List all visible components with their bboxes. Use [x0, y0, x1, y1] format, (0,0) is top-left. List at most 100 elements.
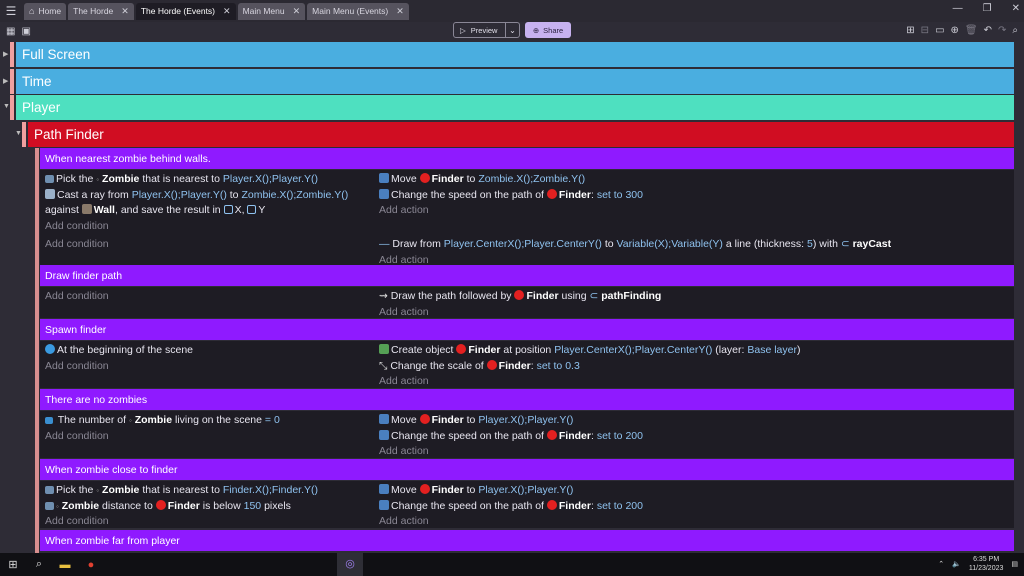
preview-button[interactable]: ▷ Preview — [454, 23, 506, 37]
condition-object-count[interactable]: The number of ◦ Zombie living on the sce… — [45, 413, 371, 429]
minimize-icon[interactable]: — — [953, 3, 963, 14]
finder-icon — [546, 188, 557, 199]
condition-pick-nearest[interactable]: Pick the ◦ Zombie that is nearest to Fin… — [45, 483, 371, 499]
collapse-arrow-icon[interactable]: ▼ — [3, 103, 10, 110]
event-comment[interactable]: When nearest zombie behind walls. — [40, 148, 1014, 169]
action-move[interactable]: Move Finder to Player.X();Player.Y() — [379, 413, 1012, 429]
volume-icon[interactable]: 🔈 — [952, 560, 961, 568]
objects-panel-icon[interactable]: ▦ — [6, 26, 15, 37]
globe-icon: ⊕ — [532, 25, 540, 35]
preview-button-group: ▷ Preview ⌄ — [453, 22, 520, 38]
preview-dropdown-icon[interactable]: ⌄ — [506, 26, 519, 35]
action-draw-line[interactable]: — Draw from Player.CenterX();Player.Cent… — [379, 237, 1012, 253]
clock[interactable]: 6:35 PM 11/23/2023 — [969, 555, 1004, 573]
collapse-arrow-icon[interactable]: ▼ — [15, 130, 22, 137]
event-title: Draw finder path — [45, 269, 123, 282]
tab-label: The Horde (Events) — [140, 6, 216, 16]
file-explorer-icon[interactable]: ▬ — [52, 553, 78, 576]
group-bar — [10, 42, 14, 67]
action-move[interactable]: Move Finder to Player.X();Player.Y() — [379, 483, 1012, 499]
action-create-object[interactable]: Create object Finder at position Player.… — [379, 343, 1012, 359]
condition-raycast-cont[interactable]: against Wall, and save the result in X, … — [45, 203, 371, 219]
finder-icon — [546, 429, 557, 440]
condition-scene-start[interactable]: At the beginning of the scene — [45, 343, 371, 359]
tab-home[interactable]: ⌂ Home — [24, 2, 67, 20]
home-icon: ⌂ — [29, 6, 35, 16]
toolbar: ▦ ▣ ▷ Preview ⌄ ⊕ Share ⊞ ⊟ ▭ ⊕ 🗑 ↶ ↷ ⌕ — [0, 22, 1024, 40]
wall-icon — [81, 204, 92, 214]
condition-distance[interactable]: ◦ Zombie distance to Finder is below 150… — [45, 499, 371, 515]
action-draw-path[interactable]: ⇝ Draw the path followed by Finder using… — [379, 289, 1012, 305]
add-condition-link[interactable]: Add condition — [45, 219, 371, 235]
preview-label: Preview — [470, 25, 498, 35]
close-window-icon[interactable]: ✕ — [1012, 3, 1020, 14]
group-full-screen[interactable]: Full Screen — [10, 42, 1014, 67]
notification-icon[interactable]: ▤ — [1011, 560, 1018, 568]
close-icon[interactable]: ✕ — [121, 6, 129, 17]
actions-column: Move Finder to Player.X();Player.Y() Cha… — [377, 481, 1014, 528]
tab-main-menu[interactable]: Main Menu ✕ — [237, 2, 306, 20]
window-controls: — ❐ ✕ — [953, 3, 1020, 14]
chrome-icon[interactable]: ● — [78, 553, 104, 576]
add-condition-link[interactable]: Add condition — [45, 359, 371, 375]
gdevelop-icon[interactable]: ◎ — [337, 553, 363, 576]
add-condition-link[interactable]: Add condition — [45, 289, 371, 305]
share-button[interactable]: ⊕ Share — [525, 22, 571, 38]
event-comment[interactable]: When zombie far from player — [40, 530, 1014, 551]
event-comment[interactable]: There are no zombies — [40, 389, 1014, 410]
add-action-link[interactable]: Add action — [379, 305, 1012, 321]
add-action-link[interactable]: Add action — [379, 374, 1012, 390]
undo-icon[interactable]: ↶ — [984, 25, 992, 36]
group-path-finder[interactable]: Path Finder — [22, 122, 1014, 147]
add-action-link[interactable]: Add action — [379, 203, 1012, 219]
condition-pick-nearest[interactable]: Pick the ◦ Zombie that is nearest to Pla… — [45, 172, 371, 188]
tray-chevron-icon[interactable]: ⌃ — [938, 560, 944, 568]
event-comment[interactable]: Draw finder path — [40, 265, 1014, 286]
tab-the-horde[interactable]: The Horde ✕ — [68, 2, 134, 20]
maximize-icon[interactable]: ❐ — [983, 3, 992, 14]
add-action-link[interactable]: Add action — [379, 444, 1012, 460]
action-move[interactable]: Move Finder to Zombie.X();Zombie.Y() — [379, 172, 1012, 188]
tab-main-menu-events[interactable]: Main Menu (Events) ✕ — [307, 2, 409, 20]
comment-icon[interactable]: ▭ — [935, 25, 944, 36]
group-time[interactable]: Time — [10, 69, 1014, 94]
conditions-column: At the beginning of the scene Add condit… — [40, 341, 376, 388]
group-player[interactable]: Player — [10, 95, 1014, 120]
expand-arrow-icon[interactable]: ▶ — [3, 77, 8, 85]
expand-arrow-icon[interactable]: ▶ — [3, 50, 8, 58]
add-other-icon[interactable]: ⊕ — [951, 25, 959, 36]
scale-icon: ⤡ — [379, 359, 388, 372]
zombie-icon: ◦ — [56, 501, 59, 511]
close-icon[interactable]: ✕ — [223, 6, 231, 17]
speed-icon — [379, 429, 389, 440]
conditions-column: The number of ◦ Zombie living on the sce… — [40, 411, 376, 458]
save-icon[interactable]: ▣ — [21, 26, 30, 37]
add-condition-link[interactable]: Add condition — [45, 429, 371, 445]
group-bar — [22, 122, 26, 147]
conditions-column: Pick the ◦ Zombie that is nearest to Fin… — [40, 481, 376, 528]
search-icon[interactable]: ⌕ — [1012, 25, 1018, 36]
move-icon — [379, 173, 389, 183]
close-icon[interactable]: ✕ — [396, 6, 404, 17]
condition-raycast[interactable]: Cast a ray from Player.X();Player.Y() to… — [45, 188, 371, 204]
event-comment[interactable]: Spawn finder — [40, 319, 1014, 340]
action-speed[interactable]: Change the speed on the path of Finder: … — [379, 188, 1012, 204]
path-icon: ⇝ — [379, 290, 388, 302]
event-comment[interactable]: When zombie close to finder — [40, 459, 1014, 480]
add-action-link[interactable]: Add action — [379, 514, 1012, 530]
search-icon[interactable]: ⌕ — [26, 553, 52, 576]
redo-icon[interactable]: ↷ — [998, 25, 1006, 36]
add-event-icon[interactable]: ⊞ — [906, 25, 914, 36]
event-title: There are no zombies — [45, 393, 148, 406]
action-speed[interactable]: Change the speed on the path of Finder: … — [379, 499, 1012, 515]
menu-icon[interactable]: ☰ — [0, 0, 22, 22]
action-speed[interactable]: Change the speed on the path of Finder: … — [379, 429, 1012, 445]
add-condition-link[interactable]: Add condition — [45, 514, 371, 530]
close-icon[interactable]: ✕ — [293, 6, 301, 17]
delete-icon[interactable]: 🗑 — [965, 25, 978, 36]
add-subevent-icon[interactable]: ⊟ — [921, 25, 929, 36]
tab-the-horde-events[interactable]: The Horde (Events) ✕ — [135, 2, 236, 20]
action-scale[interactable]: ⤡ Change the scale of Finder: set to 0.3 — [379, 359, 1012, 375]
add-condition-link[interactable]: Add condition — [45, 237, 371, 253]
windows-start-icon[interactable]: ⊞ — [0, 553, 26, 576]
